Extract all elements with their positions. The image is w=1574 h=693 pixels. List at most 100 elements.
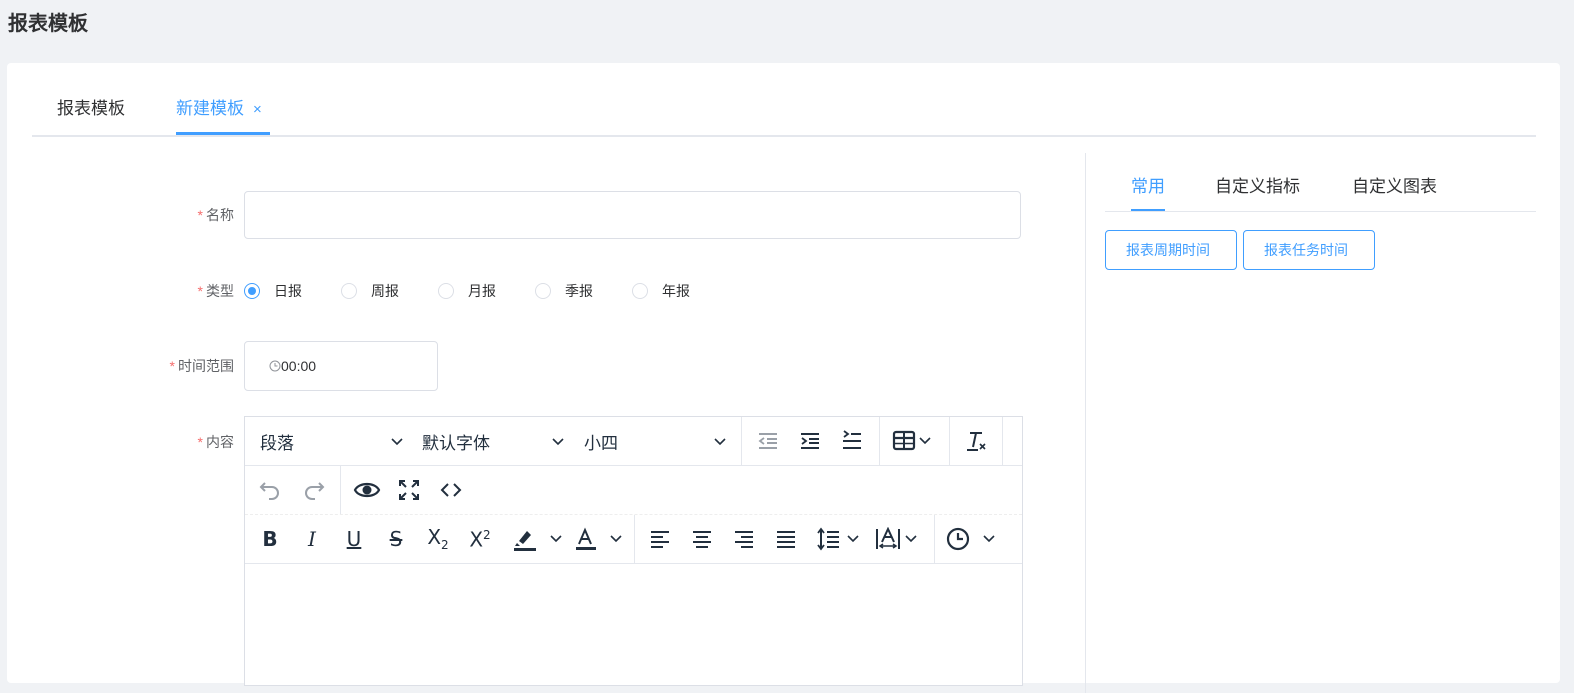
radio-label: 周报 (371, 283, 399, 299)
line-height-button[interactable] (814, 523, 864, 555)
strikethrough-icon: S (389, 527, 403, 551)
report-period-time-button[interactable]: 报表周期时间 (1105, 230, 1237, 270)
radio-weekly[interactable]: 周报 (341, 281, 399, 301)
font-family-value: 默认字体 (422, 433, 490, 453)
preview-button[interactable] (351, 474, 383, 506)
time-range-label-text: 时间范围 (178, 358, 234, 374)
redo-button[interactable] (298, 474, 330, 506)
time-picker-input[interactable]: 00:00 (244, 341, 438, 391)
page-title: 报表模板 (8, 13, 88, 35)
indent-button[interactable] (794, 425, 826, 457)
font-size-select[interactable]: 小四 (584, 417, 734, 465)
tab-new-template[interactable]: 新建模板 × (176, 94, 262, 119)
type-label: * 类型 (114, 281, 234, 301)
justify-button[interactable] (770, 523, 802, 555)
radio-quarterly[interactable]: 季报 (535, 281, 593, 301)
toolbar-separator (634, 515, 635, 563)
subscript-icon: X2 (427, 525, 449, 552)
radio-yearly[interactable]: 年报 (632, 281, 690, 301)
insert-time-button[interactable] (944, 523, 1000, 555)
clear-format-icon (967, 432, 986, 451)
indent-icon (801, 433, 819, 449)
align-left-button[interactable] (644, 523, 676, 555)
italic-icon: I (308, 527, 316, 551)
main-card: 报表模板 新建模板 × * 名称 * 类型 日报 周报 月报 季报 年报 * 时间范围 (7, 63, 1560, 693)
radio-label: 月报 (468, 283, 496, 299)
toolbar-separator (949, 417, 950, 465)
toolbar-row-3: B I U S X2 X2 (245, 515, 1022, 564)
table-icon (892, 430, 931, 451)
strikethrough-button[interactable]: S (380, 523, 412, 555)
side-panel-tabs: 常用 自定义指标 自定义图表 (1105, 153, 1536, 212)
line-height-icon (817, 527, 859, 551)
clear-format-button[interactable] (961, 425, 993, 457)
report-task-time-button[interactable]: 报表任务时间 (1243, 230, 1375, 270)
code-icon (440, 483, 462, 497)
outdent-icon (758, 433, 777, 449)
undo-button[interactable] (254, 474, 286, 506)
superscript-icon: X2 (469, 527, 491, 552)
code-view-button[interactable] (435, 474, 467, 506)
underline-icon: U (346, 527, 362, 551)
outdent-button[interactable] (752, 425, 784, 457)
superscript-button[interactable]: X2 (464, 523, 496, 555)
time-range-label: * 时间范围 (114, 356, 234, 376)
fullscreen-button[interactable] (393, 474, 425, 506)
tab-custom-charts[interactable]: 自定义图表 (1352, 172, 1437, 197)
radio-monthly[interactable]: 月报 (438, 281, 496, 301)
italic-button[interactable]: I (296, 523, 328, 555)
toolbar-separator (340, 466, 341, 514)
toolbar-row-1: 段落 默认字体 小四 (245, 417, 1022, 466)
radio-dot (438, 283, 454, 299)
letter-spacing-icon (876, 527, 917, 549)
tab-custom-metrics[interactable]: 自定义指标 (1215, 172, 1300, 197)
align-center-button[interactable] (686, 523, 718, 555)
font-size-value: 小四 (584, 433, 618, 453)
content-label: * 内容 (114, 432, 234, 452)
table-button[interactable] (890, 425, 936, 457)
align-right-button[interactable] (728, 523, 760, 555)
line-indent-button[interactable] (836, 425, 868, 457)
time-value: 00:00 (281, 358, 317, 374)
radio-label: 季报 (565, 283, 593, 299)
bold-button[interactable]: B (254, 523, 286, 555)
redo-icon (305, 482, 325, 500)
font-color-icon (576, 527, 622, 550)
name-label: * 名称 (114, 205, 234, 225)
underline-button[interactable]: U (338, 523, 370, 555)
toolbar-separator (1002, 417, 1003, 465)
active-tab-indicator (1131, 209, 1165, 211)
close-icon[interactable]: × (253, 101, 262, 118)
tab-report-templates[interactable]: 报表模板 (57, 94, 125, 119)
font-family-select[interactable]: 默认字体 (422, 417, 572, 465)
radio-label: 年报 (662, 283, 690, 299)
tab-common[interactable]: 常用 (1131, 172, 1165, 197)
required-marker: * (197, 434, 203, 450)
chevron-down-icon (714, 438, 726, 446)
highlight-icon (514, 531, 562, 551)
font-color-button[interactable] (571, 523, 627, 555)
name-label-text: 名称 (206, 207, 234, 223)
required-marker: * (169, 358, 175, 374)
type-label-text: 类型 (206, 283, 234, 299)
radio-dot (341, 283, 357, 299)
bold-icon: B (262, 527, 278, 551)
toolbar-separator (934, 515, 935, 563)
highlight-button[interactable] (509, 523, 565, 555)
radio-label: 日报 (274, 283, 302, 299)
justify-icon (777, 531, 795, 548)
chevron-down-icon (552, 438, 564, 446)
clock-icon (269, 360, 281, 372)
block-format-value: 段落 (260, 433, 294, 453)
letter-spacing-button[interactable] (872, 523, 922, 555)
tab-label: 报表模板 (57, 99, 125, 118)
name-input[interactable] (244, 191, 1021, 239)
block-format-select[interactable]: 段落 (260, 417, 410, 465)
subscript-button[interactable]: X2 (422, 523, 454, 555)
radio-daily[interactable]: 日报 (244, 281, 302, 301)
required-marker: * (197, 207, 203, 223)
line-spacing-indent-icon (843, 430, 861, 449)
toolbar-separator (879, 417, 880, 465)
rich-text-editor: 段落 默认字体 小四 B I U S X2 X2 (244, 416, 1023, 686)
tab-label: 新建模板 (176, 99, 244, 118)
